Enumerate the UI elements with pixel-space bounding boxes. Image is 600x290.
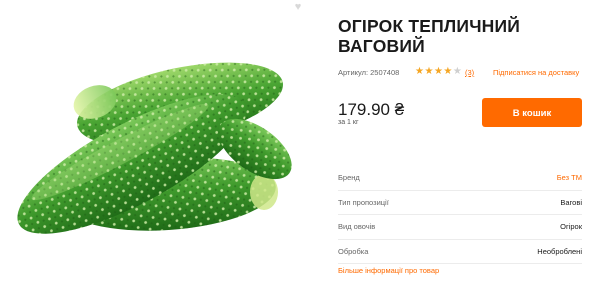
brand-link[interactable]: Без ТМ [557, 166, 582, 190]
favorite-heart-icon[interactable]: ♥ [292, 2, 304, 13]
reviews-count-link[interactable]: (3) [465, 68, 474, 77]
add-to-cart-button[interactable]: В кошик [482, 98, 582, 127]
product-title: Огірок тепличний ваговий [338, 16, 521, 56]
star-filled-icon: ★ [443, 66, 453, 77]
product-image[interactable] [0, 14, 315, 290]
property-label: Тип пропозиції [338, 197, 389, 207]
property-row: Вид овочів Огірок [338, 215, 582, 240]
property-value: Огірок [560, 222, 582, 231]
star-filled-icon: ★ [433, 66, 444, 77]
property-row: Тип пропозиції Вагові [338, 191, 582, 215]
product-price: 179.90 ₴ [338, 100, 405, 119]
property-label: Обробка [338, 246, 369, 256]
product-sku: Артикул: 2507408 [338, 68, 400, 77]
product-meta: Артикул: 2507408 ★★★★★ (3) Підписатися н… [338, 66, 582, 79]
product-properties: Бренд Без ТМ Тип пропозиції Вагові Вид о… [338, 166, 582, 264]
price-unit: за 1 кг [338, 119, 359, 126]
property-value: Необроблені [537, 246, 582, 256]
star-empty-icon: ★ [452, 66, 463, 77]
subscribe-delivery-link[interactable]: Підписатися на доставку [493, 68, 579, 77]
property-label: Бренд [338, 173, 360, 182]
property-row: Бренд Без ТМ [338, 166, 582, 191]
star-filled-icon: ★ [424, 66, 434, 77]
product-info: Огірок тепличний ваговий Артикул: 250740… [338, 0, 582, 290]
property-label: Вид овочів [338, 222, 376, 231]
cucumber-image [17, 62, 292, 234]
property-value: Вагові [560, 197, 582, 207]
rating-stars[interactable]: ★★★★★ [415, 66, 462, 78]
more-info-link[interactable]: Більше інформації про товар [338, 266, 439, 275]
property-row: Обробка Необроблені [338, 240, 582, 264]
